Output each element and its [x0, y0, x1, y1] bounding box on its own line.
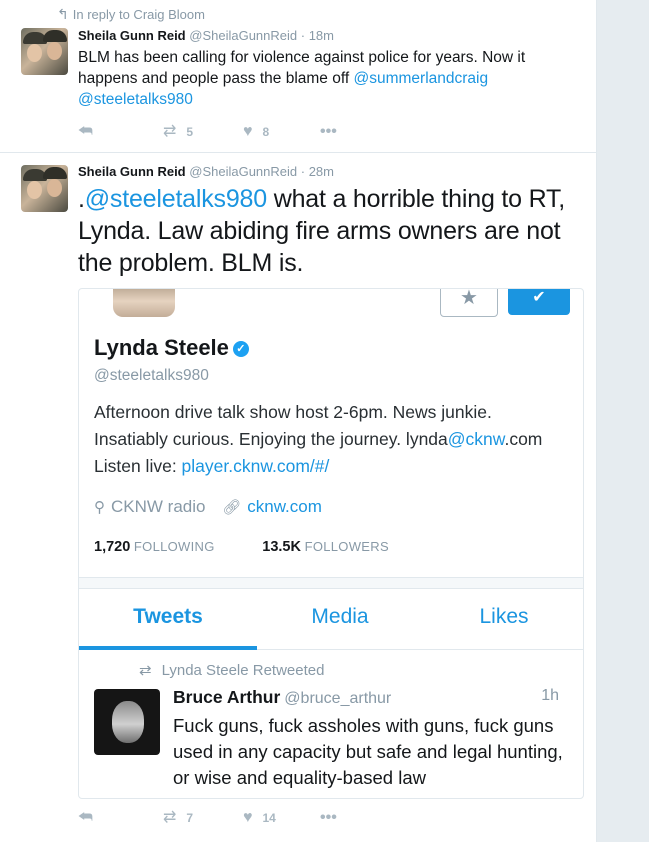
- followers-count: 13.5K: [262, 539, 301, 555]
- profile-location: CKNW radio: [111, 497, 206, 516]
- bio-mention-link[interactable]: @cknw: [448, 429, 505, 449]
- mention-link[interactable]: @steeletalks980: [85, 185, 267, 213]
- followers-stat[interactable]: 13.5K FOLLOWERS: [262, 539, 389, 555]
- location-pin-icon: ⚲: [94, 499, 105, 516]
- author-name[interactable]: Bruce Arthur: [173, 687, 280, 707]
- profile-stats: 1,720 FOLLOWING 13.5K FOLLOWERS: [94, 539, 389, 555]
- reply-button[interactable]: ⮪: [78, 808, 93, 828]
- tab-likes[interactable]: Likes: [415, 605, 583, 629]
- like-count: 14: [262, 811, 276, 825]
- avatar[interactable]: [21, 165, 68, 212]
- active-tab-indicator: [79, 646, 257, 650]
- profile-name[interactable]: Lynda Steele ✓: [94, 335, 249, 361]
- retweet-icon: ⇄: [139, 662, 152, 679]
- tweet-header: Sheila Gunn Reid @SheilaGunnReid · 18m: [78, 28, 334, 43]
- follow-icon: ✔: [532, 289, 546, 306]
- like-button[interactable]: ♥ 14: [243, 808, 276, 828]
- profile-tabs: Tweets Media Likes: [79, 589, 583, 650]
- tweet[interactable]: ↰ In reply to Craig Bloom Sheila Gunn Rei…: [0, 0, 596, 153]
- bio-url-link[interactable]: player.cknw.com/#/: [182, 456, 330, 476]
- profile-card[interactable]: ★ ✔ Lynda Steele ✓ @steeletalks980 Aftern…: [78, 288, 584, 799]
- following-label: FOLLOWING: [133, 539, 215, 554]
- tweet-header: Sheila Gunn Reid @SheilaGunnReid · 28m: [78, 164, 334, 179]
- profile-avatar[interactable]: [113, 289, 175, 317]
- profile-meta: ⚲ CKNW radio 🔗︎ cknw.com: [94, 497, 322, 517]
- more-button[interactable]: •••: [320, 808, 337, 828]
- reply-context[interactable]: ↰ In reply to Craig Bloom: [57, 6, 205, 23]
- author-handle[interactable]: @SheilaGunnReid: [189, 164, 297, 179]
- timeline-column: ↰ In reply to Craig Bloom Sheila Gunn Rei…: [0, 0, 597, 842]
- following-count: 1,720: [94, 539, 131, 555]
- link-icon: 🔗︎: [222, 499, 242, 516]
- profile-bio: Afternoon drive talk show host 2-6pm. Ne…: [94, 399, 564, 480]
- author-name[interactable]: Sheila Gunn Reid: [78, 28, 186, 43]
- tab-tweets[interactable]: Tweets: [79, 605, 257, 629]
- profile-name-label: Lynda Steele: [94, 335, 229, 360]
- inner-tweet-text: Fuck guns, fuck assholes with guns, fuck…: [173, 715, 563, 788]
- more-button[interactable]: •••: [320, 122, 337, 142]
- reply-context-label: In reply to Craig Bloom: [72, 7, 205, 22]
- author-handle[interactable]: @bruce_arthur: [284, 690, 391, 707]
- star-icon: ★: [460, 288, 478, 309]
- tweet-text: BLM has been calling for violence agains…: [78, 47, 583, 110]
- followers-label: FOLLOWERS: [304, 539, 389, 554]
- star-button[interactable]: ★: [440, 288, 498, 317]
- mention-link[interactable]: @summerlandcraig: [353, 70, 488, 87]
- section-divider: [79, 577, 583, 589]
- retweet-button[interactable]: ⇄ 7: [163, 808, 193, 828]
- retweet-count: 5: [186, 125, 194, 139]
- reply-context-icon: ↰: [57, 6, 69, 22]
- retweeted-by-label: Lynda Steele Retweeted: [161, 662, 325, 679]
- mention-link[interactable]: @steeletalks980: [78, 91, 193, 108]
- author-handle[interactable]: @SheilaGunnReid: [189, 28, 297, 43]
- tweet[interactable]: Sheila Gunn Reid @SheilaGunnReid · 28m .…: [0, 153, 596, 842]
- avatar[interactable]: [94, 689, 160, 755]
- following-stat[interactable]: 1,720 FOLLOWING: [94, 539, 215, 555]
- tweet-text: .@steeletalks980 what a horrible thing t…: [78, 183, 583, 279]
- timestamp[interactable]: 1h: [541, 687, 559, 705]
- avatar[interactable]: [21, 28, 68, 75]
- profile-website-link[interactable]: cknw.com: [247, 497, 322, 516]
- timestamp[interactable]: · 18m: [301, 28, 334, 43]
- tab-media[interactable]: Media: [251, 605, 429, 629]
- more-icon: •••: [320, 809, 337, 826]
- follow-button[interactable]: ✔: [508, 289, 570, 315]
- tweet-text-lead: .: [78, 185, 85, 213]
- bio-text: Afternoon drive talk show host 2-6pm. Ne…: [94, 402, 492, 449]
- retweet-count: 7: [186, 811, 194, 825]
- reply-icon: ⮪: [78, 809, 93, 826]
- more-icon: •••: [320, 123, 337, 140]
- heart-icon: ♥: [243, 809, 253, 826]
- reply-button[interactable]: ⮪: [78, 122, 93, 142]
- retweet-icon: ⇄: [163, 809, 177, 826]
- retweeted-by: ⇄ Lynda Steele Retweeted: [139, 661, 324, 679]
- inner-tweet-header: Bruce Arthur @bruce_arthur 1h: [173, 687, 573, 708]
- verified-badge-icon: ✓: [232, 341, 249, 357]
- timestamp[interactable]: · 28m: [301, 164, 334, 179]
- heart-icon: ♥: [243, 123, 253, 140]
- author-name[interactable]: Sheila Gunn Reid: [78, 164, 186, 179]
- like-button[interactable]: ♥ 8: [243, 122, 269, 142]
- retweet-button[interactable]: ⇄ 5: [163, 122, 193, 142]
- reply-icon: ⮪: [78, 123, 93, 140]
- profile-handle[interactable]: @steeletalks980: [94, 367, 209, 385]
- retweet-icon: ⇄: [163, 123, 177, 140]
- like-count: 8: [262, 125, 270, 139]
